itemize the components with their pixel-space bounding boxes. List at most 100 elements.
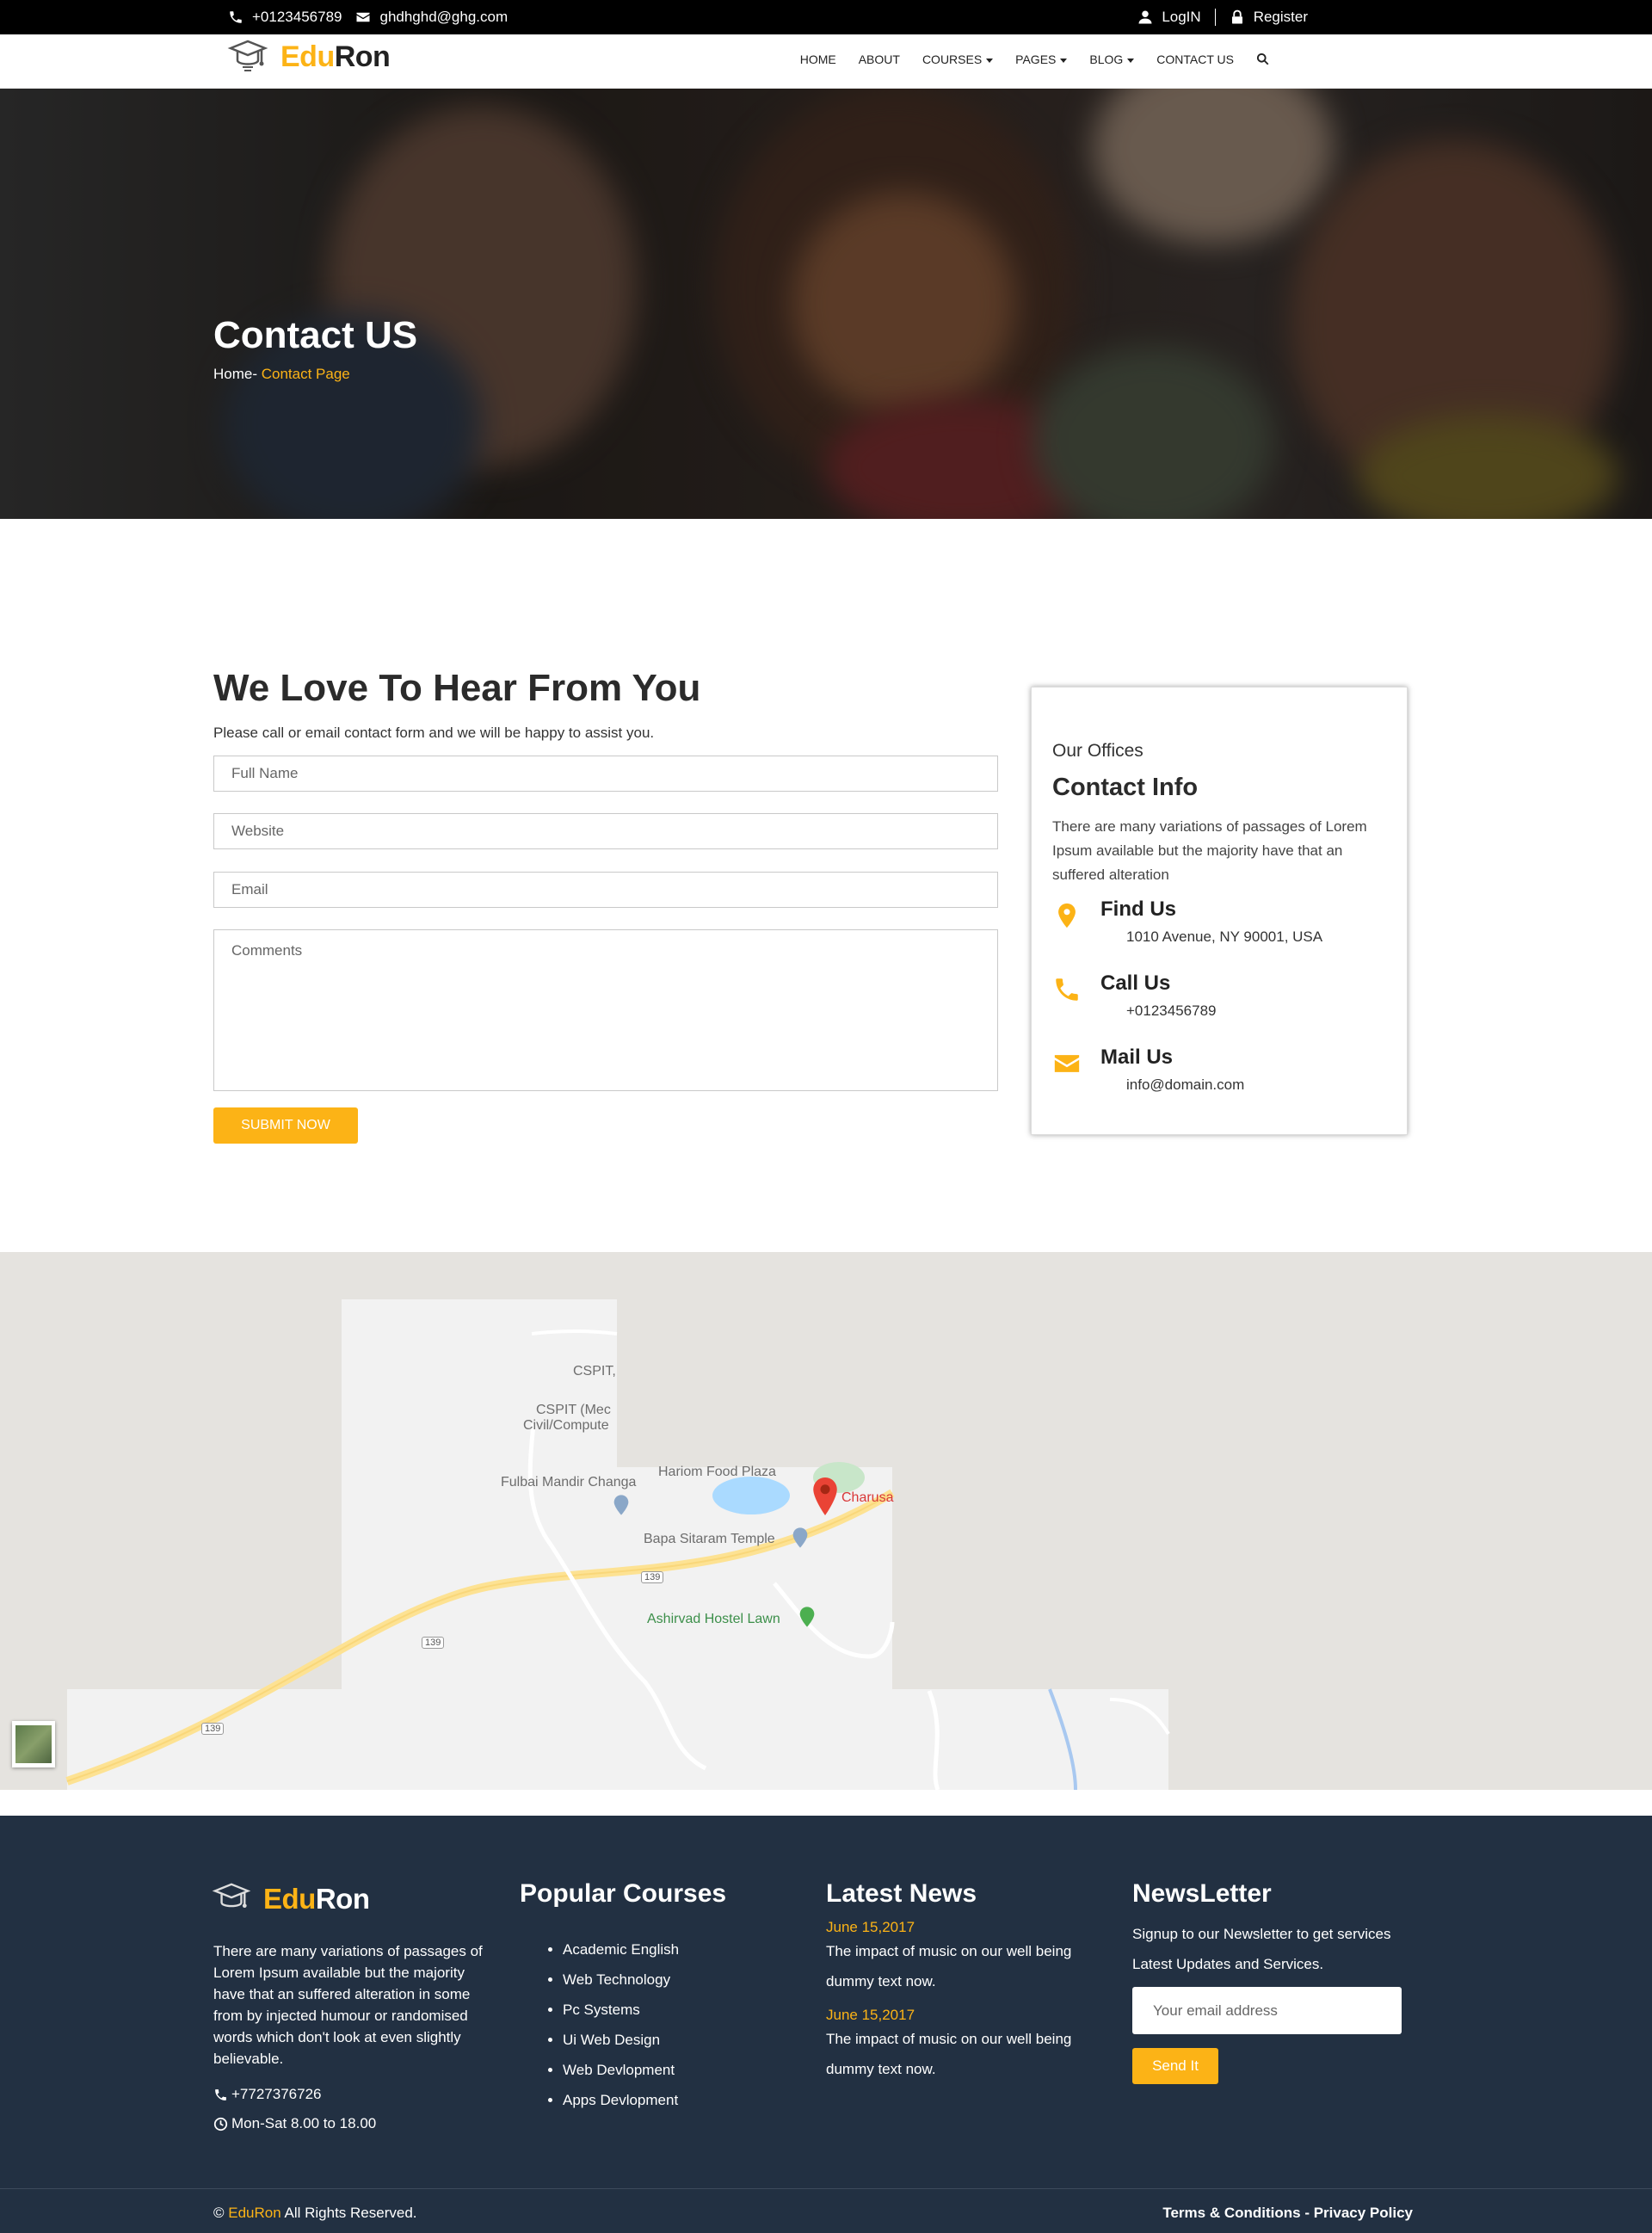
course-link[interactable]: Apps Devlopment [563,2085,726,2115]
comments-field[interactable] [213,929,998,1091]
top-bar-account: LogIN Register [1137,9,1308,26]
course-link[interactable]: Pc Systems [563,1995,726,2025]
mail-us-value[interactable]: info@domain.com [1126,1076,1244,1094]
newsletter-send-button[interactable]: Send It [1132,2048,1218,2084]
footer-phone: +7727376726 [213,2086,321,2103]
nav-about[interactable]: ABOUT [859,52,900,66]
register-link[interactable]: Register [1254,9,1308,26]
mail-us-item: Mail Us info@domain.com [1052,1046,1396,1097]
call-us-value[interactable]: +0123456789 [1126,1002,1216,1020]
course-link[interactable]: Academic English [563,1934,726,1965]
road-shield: 139 [201,1723,225,1735]
street-view-thumbnail[interactable] [12,1721,55,1767]
hero-banner: Contact US Home- Contact Page [0,89,1652,519]
nav-home[interactable]: HOME [800,52,836,66]
temple-pin-icon[interactable] [613,1495,630,1515]
user-icon [1138,10,1152,24]
footer-phone-value[interactable]: +7727376726 [231,2086,321,2103]
card-kicker: Our Offices [1052,741,1143,761]
call-us-item: Call Us +0123456789 [1052,972,1396,1023]
caret-down-icon [1060,58,1068,63]
copyright-brand[interactable]: EduRon [228,2205,280,2221]
envelope-icon [1054,1055,1080,1072]
footer-hours-value: Mon-Sat 8.00 to 18.00 [231,2115,377,2131]
site-logo[interactable]: EduRon [227,38,391,76]
graduation-cap-icon [227,40,268,71]
nav-blog[interactable]: BLOG [1089,52,1135,66]
news-item[interactable]: The impact of music on our well being du… [826,2024,1110,2084]
full-name-field[interactable] [213,756,998,792]
road-shield: 139 [641,1571,664,1583]
newsletter-text: Signup to our Newsletter to get services… [1132,1926,1391,1972]
map-label: Charusa [841,1490,894,1505]
course-link[interactable]: Web Devlopment [563,2055,726,2085]
nav-pages[interactable]: PAGES [1015,52,1068,66]
news-item[interactable]: The impact of music on our well being du… [826,1936,1110,1996]
main-nav: EduRon HOME ABOUT COURSES PAGES BLOG CON… [0,34,1652,89]
legal-links[interactable]: Terms & Conditions - Privacy Policy [1162,2205,1413,2222]
news-title: Latest News [826,1879,977,1908]
find-us-value: 1010 Avenue, NY 90001, USA [1126,928,1323,945]
latest-news: Latest News June 15,2017 The impact of m… [826,1879,1110,2084]
news-date: June 15,2017 [826,1919,915,1935]
footer-divider [0,2188,1652,2189]
page-title: Contact US [213,314,418,356]
card-title: Contact Info [1052,774,1199,801]
breadcrumb-home[interactable]: Home- [213,366,257,382]
find-us-title: Find Us [1100,898,1176,921]
copyright: © EduRon All Rights Reserved. [213,2205,417,2221]
popular-courses: Popular Courses Academic English Web Tec… [520,1879,726,2115]
footer-about: There are many variations of passages of… [213,1943,483,2067]
footer-hours: Mon-Sat 8.00 to 18.00 [213,2115,376,2132]
submit-button[interactable]: SUBMIT NOW [213,1107,358,1144]
map-label: Ashirvad Hostel Lawn [647,1612,780,1626]
park-pin-icon[interactable] [798,1607,816,1627]
divider [1214,9,1216,26]
top-bar-contact: +0123456789 ghdhghd@ghg.com [228,9,508,26]
newsletter-title: NewsLetter [1132,1879,1272,1908]
phone-icon [1056,978,1078,1001]
find-us-item: Find Us 1010 Avenue, NY 90001, USA [1052,898,1396,949]
course-link[interactable]: Ui Web Design [563,2025,726,2055]
map-label: Bapa Sitaram Temple [644,1532,775,1546]
contact-info-card: Our Offices Contact Info There are many … [1031,687,1408,1135]
caret-down-icon [1127,58,1135,63]
footer-logo-text: EduRon [263,1883,370,1915]
lock-icon [1231,9,1242,24]
map-roads [65,1329,1170,1790]
map-label: CSPIT, [573,1364,616,1379]
graduation-cap-icon [212,1883,251,1909]
newsletter-email-field[interactable] [1132,1987,1402,2034]
site-footer: EduRon There are many variations of pass… [0,1816,1652,2233]
map-label: Hariom Food Plaza [658,1465,776,1479]
website-field[interactable] [213,813,998,849]
top-phone[interactable]: +0123456789 [252,9,342,26]
clock-icon [213,2117,228,2131]
map-label: Fulbai Mandir Changa [501,1475,637,1490]
nav-courses[interactable]: COURSES [922,52,994,66]
newsletter: NewsLetter Signup to our Newsletter to g… [1132,1879,1416,2084]
top-email[interactable]: ghdhghd@ghg.com [379,9,508,26]
location-map[interactable]: CSPIT, CSPIT (Mec Civil/Compute Hariom F… [0,1252,1652,1790]
login-link[interactable]: LogIN [1162,9,1200,26]
nav-contact[interactable]: CONTACT US [1156,52,1234,66]
mail-icon [356,12,370,22]
road-shield: 139 [422,1637,445,1649]
news-date: June 15,2017 [826,2007,915,2023]
map-label: CSPIT (Mec [536,1403,611,1417]
top-bar: +0123456789 ghdhghd@ghg.com LogIN Regist… [0,0,1652,34]
nav-menu: HOME ABOUT COURSES PAGES BLOG CONTACT US [800,52,1269,66]
temple-pin-icon[interactable] [792,1527,809,1548]
phone-icon [215,2088,226,2100]
card-description: There are many variations of passages of… [1052,818,1367,883]
footer-logo[interactable]: EduRon [212,1881,370,1917]
contact-heading: We Love To Hear From You [213,667,701,709]
map-pin-icon[interactable] [811,1477,840,1515]
mail-us-title: Mail Us [1100,1046,1174,1069]
caret-down-icon [986,58,994,63]
map-label: Civil/Compute [523,1418,609,1433]
call-us-title: Call Us [1100,972,1171,995]
email-field[interactable] [213,872,998,908]
search-icon[interactable] [1256,52,1269,65]
course-link[interactable]: Web Technology [563,1965,726,1995]
